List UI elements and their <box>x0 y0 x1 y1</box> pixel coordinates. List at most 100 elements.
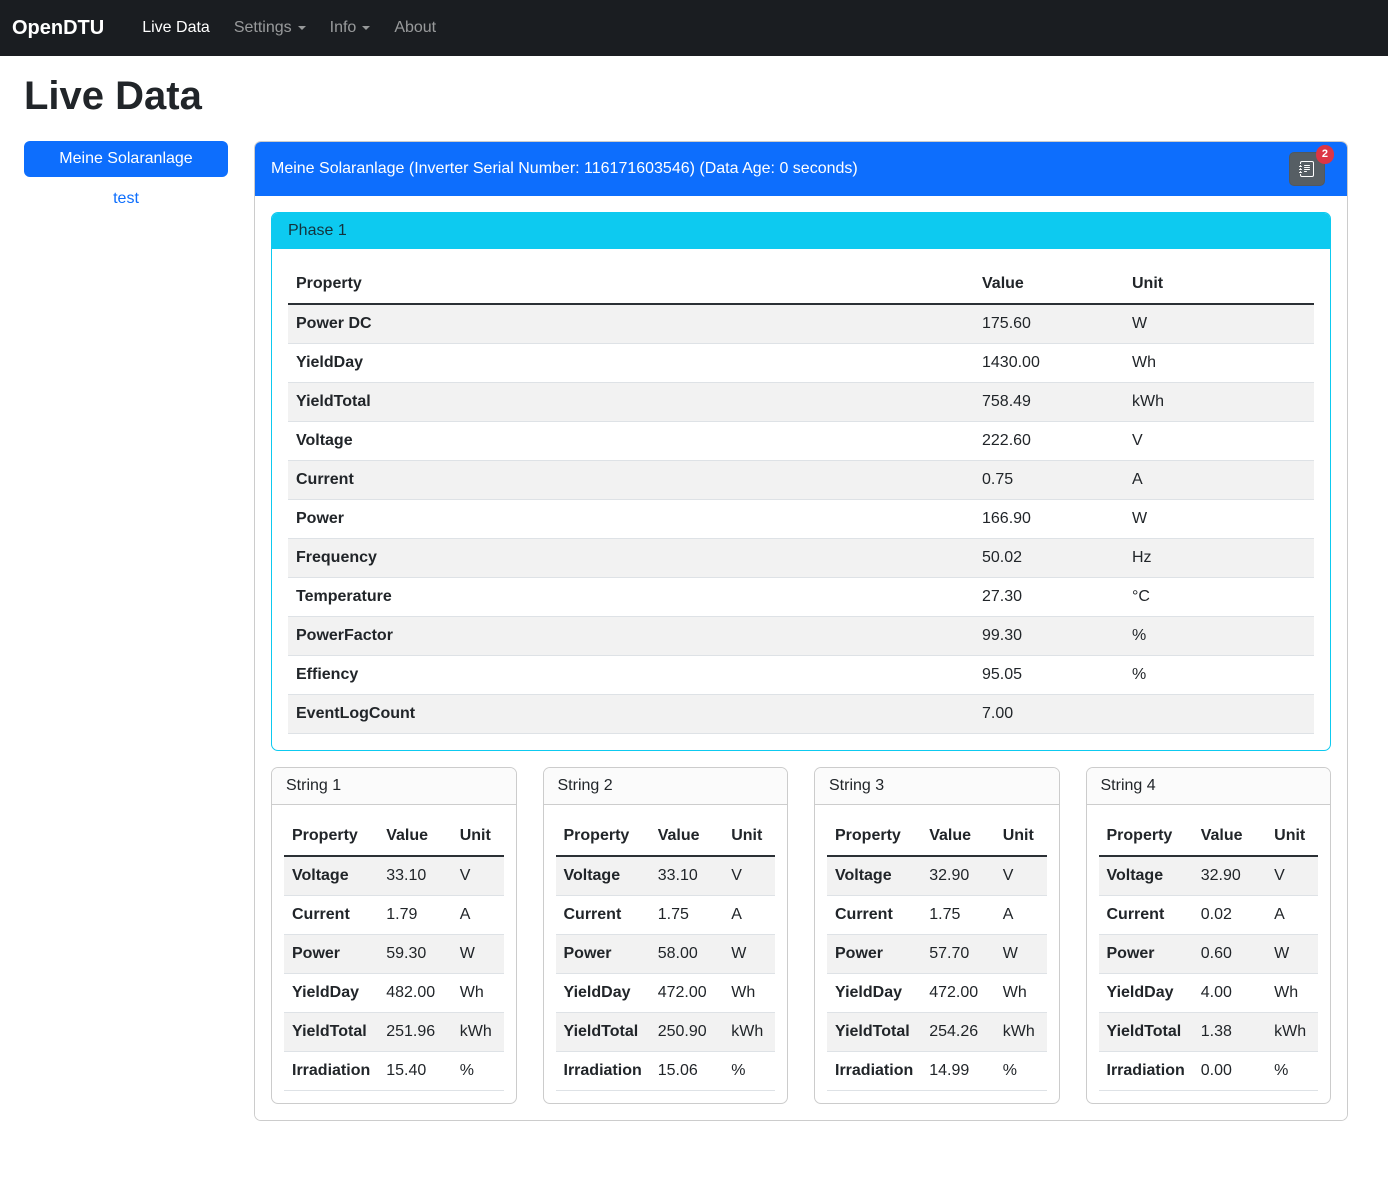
unit-cell: % <box>1266 1052 1318 1091</box>
table-row: YieldDay 1430.00 Wh <box>288 344 1314 383</box>
unit-cell: Wh <box>995 974 1047 1013</box>
table-row: Effiency 95.05 % <box>288 656 1314 695</box>
unit-cell: % <box>995 1052 1047 1091</box>
nav-item-settings[interactable]: Settings <box>234 19 306 37</box>
value-cell: 57.70 <box>921 935 994 974</box>
unit-cell: A <box>452 896 504 935</box>
value-cell: 50.02 <box>974 539 1124 578</box>
nav-item-label: Live Data <box>142 19 210 36</box>
unit-cell: V <box>1124 422 1314 461</box>
table-row: YieldTotal 254.26 kWh <box>827 1013 1047 1052</box>
string-card-title: String 1 <box>272 768 516 805</box>
property-cell: Temperature <box>288 578 974 617</box>
string-4-table-body: Voltage 32.90 V Current 0.02 <box>1099 856 1319 1091</box>
property-cell: Frequency <box>288 539 974 578</box>
column-header-value: Value <box>650 817 723 856</box>
inverter-card-header: Meine Solaranlage (Inverter Serial Numbe… <box>255 142 1347 196</box>
property-cell: Power <box>1099 935 1193 974</box>
table-row: Current 1.75 A <box>556 896 776 935</box>
column-header-value: Value <box>974 265 1124 304</box>
table-row: Current 1.79 A <box>284 896 504 935</box>
string-2-table-body: Voltage 33.10 V Current 1.75 <box>556 856 776 1091</box>
table-row: Frequency 50.02 Hz <box>288 539 1314 578</box>
chevron-down-icon <box>298 26 306 30</box>
value-cell: 166.90 <box>974 500 1124 539</box>
property-cell: Current <box>288 461 974 500</box>
nav-item-label: Info <box>330 19 357 36</box>
property-cell: EventLogCount <box>288 695 974 734</box>
string-card-title: String 4 <box>1087 768 1331 805</box>
unit-cell: Wh <box>1266 974 1318 1013</box>
property-cell: Irradiation <box>1099 1052 1193 1091</box>
unit-cell: % <box>452 1052 504 1091</box>
unit-cell: Wh <box>723 974 775 1013</box>
table-row: Current 0.75 A <box>288 461 1314 500</box>
unit-cell: W <box>1266 935 1318 974</box>
value-cell: 99.30 <box>974 617 1124 656</box>
value-cell: 254.26 <box>921 1013 994 1052</box>
phase-card-title: Phase 1 <box>272 213 1330 249</box>
inverter-card-title: Meine Solaranlage (Inverter Serial Numbe… <box>271 160 858 178</box>
column-header-property: Property <box>1099 817 1193 856</box>
navbar-brand[interactable]: OpenDTU <box>12 17 104 40</box>
property-cell: Voltage <box>827 856 921 896</box>
string-2-table: Property Value Unit Voltage <box>556 817 776 1091</box>
page-title: Live Data <box>24 74 1348 119</box>
table-row: Voltage 32.90 V <box>827 856 1047 896</box>
table-row: YieldTotal 250.90 kWh <box>556 1013 776 1052</box>
nav-item-about[interactable]: About <box>394 19 436 37</box>
unit-cell: % <box>1124 617 1314 656</box>
value-cell: 251.96 <box>378 1013 451 1052</box>
unit-cell: Wh <box>452 974 504 1013</box>
value-cell: 33.10 <box>378 856 451 896</box>
table-header-row: Property Value Unit <box>827 817 1047 856</box>
table-row: Current 0.02 A <box>1099 896 1319 935</box>
column-header-unit: Unit <box>723 817 775 856</box>
property-cell: YieldDay <box>827 974 921 1013</box>
property-cell: YieldDay <box>556 974 650 1013</box>
property-cell: Power <box>288 500 974 539</box>
value-cell: 1.75 <box>921 896 994 935</box>
inverter-list: Meine Solaranlage test <box>24 141 228 217</box>
journal-text-icon <box>1299 161 1315 177</box>
property-cell: Power DC <box>288 304 974 344</box>
table-row: Irradiation 15.06 % <box>556 1052 776 1091</box>
table-row: Voltage 32.90 V <box>1099 856 1319 896</box>
property-cell: Power <box>556 935 650 974</box>
table-row: YieldTotal 1.38 kWh <box>1099 1013 1319 1052</box>
value-cell: 4.00 <box>1193 974 1266 1013</box>
table-header-row: Property Value Unit <box>556 817 776 856</box>
property-cell: Irradiation <box>556 1052 650 1091</box>
table-row: Current 1.75 A <box>827 896 1047 935</box>
property-cell: YieldDay <box>284 974 378 1013</box>
phase-card: Phase 1 Property Value Unit <box>271 212 1331 751</box>
eventlog-button[interactable]: 2 <box>1289 152 1325 186</box>
string-card-1: String 1 Property Value Unit <box>271 767 517 1104</box>
column-header-unit: Unit <box>452 817 504 856</box>
unit-cell: kWh <box>1124 383 1314 422</box>
unit-cell <box>1124 695 1314 734</box>
unit-cell: °C <box>1124 578 1314 617</box>
table-row: Voltage 33.10 V <box>284 856 504 896</box>
property-cell: Current <box>827 896 921 935</box>
property-cell: YieldTotal <box>827 1013 921 1052</box>
sidebar-item-meine-solaranlage[interactable]: Meine Solaranlage <box>24 141 228 177</box>
value-cell: 758.49 <box>974 383 1124 422</box>
value-cell: 27.30 <box>974 578 1124 617</box>
string-1-table: Property Value Unit Voltage <box>284 817 504 1091</box>
table-row: Voltage 33.10 V <box>556 856 776 896</box>
property-cell: PowerFactor <box>288 617 974 656</box>
value-cell: 95.05 <box>974 656 1124 695</box>
property-cell: Current <box>284 896 378 935</box>
property-cell: YieldTotal <box>288 383 974 422</box>
nav-item-live-data[interactable]: Live Data <box>142 19 210 37</box>
unit-cell: V <box>1266 856 1318 896</box>
property-cell: Power <box>827 935 921 974</box>
nav-item-info[interactable]: Info <box>330 19 371 37</box>
phase-table: Property Value Unit Power DC <box>288 265 1314 734</box>
unit-cell: kWh <box>1266 1013 1318 1052</box>
nav-item-label: About <box>394 19 436 36</box>
unit-cell: A <box>1124 461 1314 500</box>
table-row: Irradiation 14.99 % <box>827 1052 1047 1091</box>
sidebar-item-test[interactable]: test <box>24 181 228 217</box>
